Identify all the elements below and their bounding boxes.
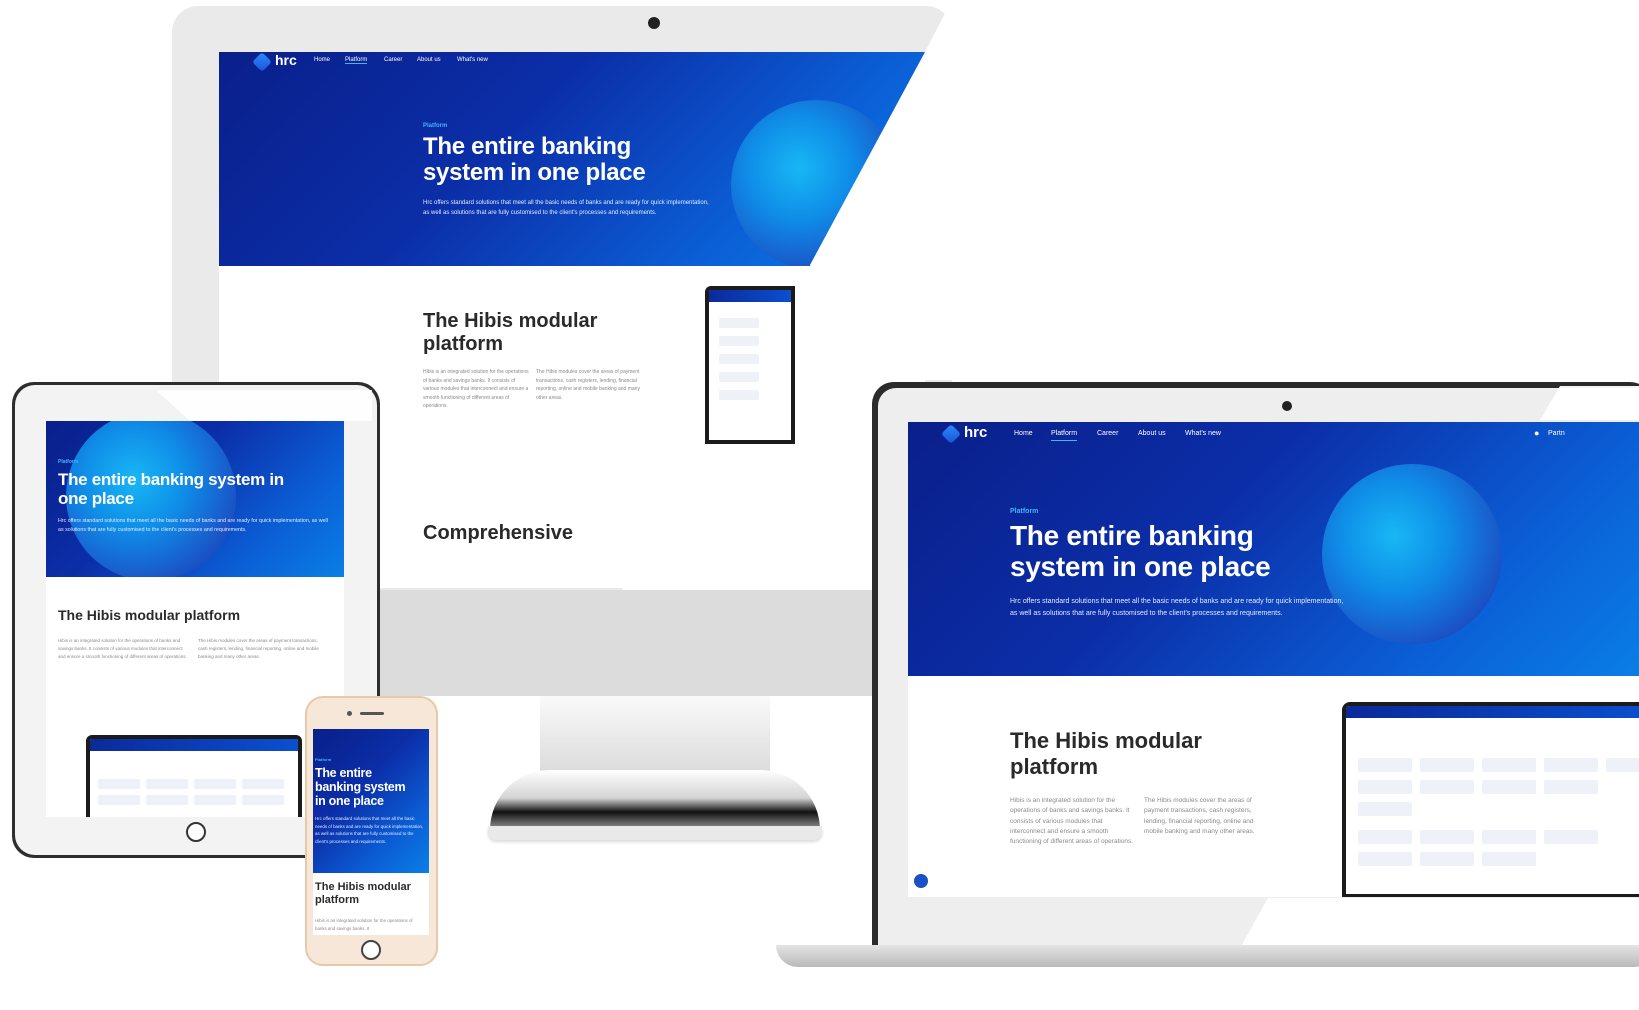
section-title: The Hibis modular platform (315, 881, 411, 907)
hero-description: Hrc offers standard solutions that meet … (315, 816, 424, 844)
section-title-line1: The Hibis modular (315, 881, 411, 893)
section-title-line2: platform (315, 894, 359, 906)
phone-camera (347, 711, 352, 716)
phone-home-button[interactable] (361, 940, 381, 960)
hero-title-line1: The entire (315, 766, 372, 780)
hero-title-line2: banking system (315, 780, 406, 794)
tablet-home-button[interactable] (186, 822, 206, 842)
device-mockup-stage: hrc Home Platform Career About us What's… (0, 0, 1639, 1010)
hero-title: The entire banking system in one place (315, 766, 406, 808)
hero-kicker: Platform (315, 757, 332, 762)
phone-screen: Platform The entire banking system in on… (313, 729, 429, 935)
phone-speaker (360, 712, 384, 715)
hero-banner: Platform The entire banking system in on… (313, 729, 429, 873)
tablet-glare (156, 390, 372, 421)
section-text: Hibis is an integrated solution for the … (315, 918, 413, 931)
hero-title-line3: in one place (315, 794, 384, 808)
